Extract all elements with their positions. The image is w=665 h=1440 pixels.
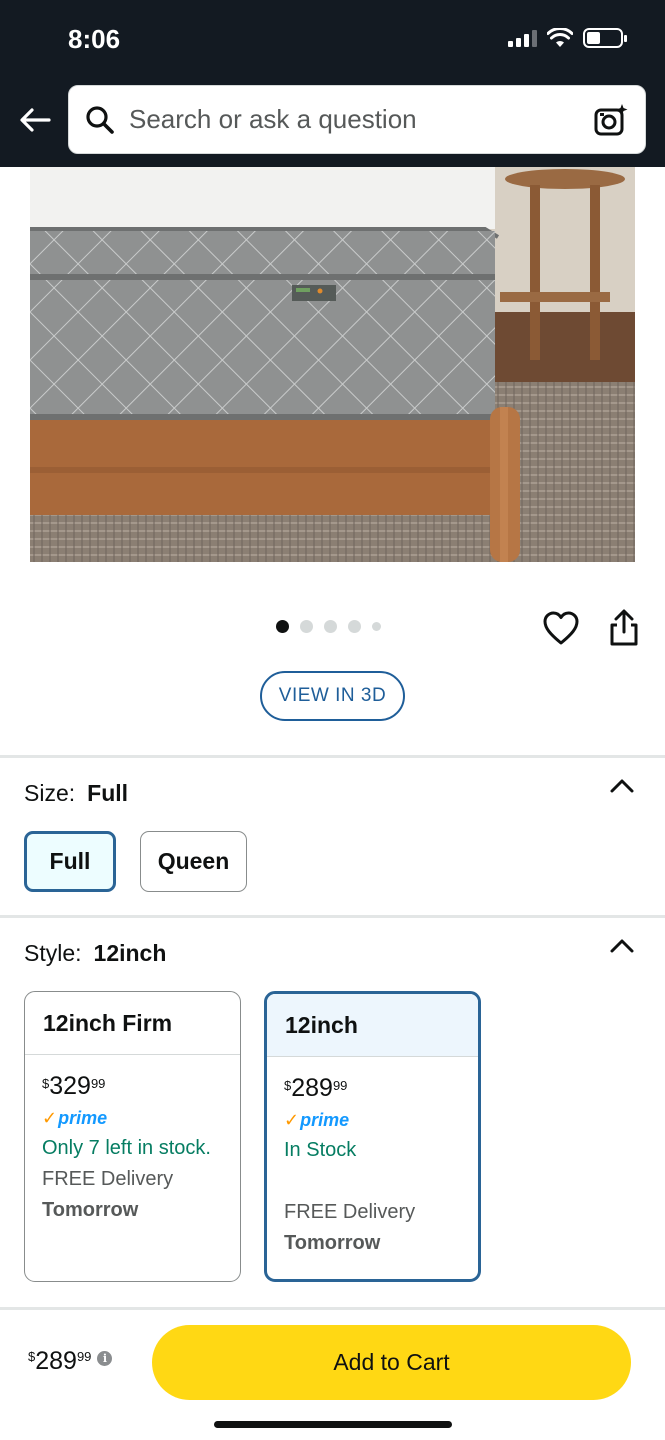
style-option-12inch-firm[interactable]: 12inch Firm $32999 ✓ prime Only 7 left in… [24,991,241,1282]
collapse-size-chevron-up-icon[interactable] [609,778,635,794]
back-button[interactable] [16,101,54,139]
carousel-dot[interactable] [324,620,337,633]
style-option-name: 12inch [267,994,478,1057]
add-to-cart-button[interactable]: Add to Cart [152,1325,631,1400]
divider [0,755,665,758]
style-option-price: $28999 [284,1074,348,1102]
collapse-style-chevron-up-icon[interactable] [609,938,635,954]
status-time: 8:06 [68,24,121,54]
availability-text: Only 7 left in stock. [42,1137,211,1159]
divider [0,915,665,918]
prime-check-icon: ✓ [284,1109,300,1130]
back-arrow-icon [20,108,51,132]
size-label: Size: [24,780,76,806]
size-row: Size: Full [24,780,128,807]
share-icon[interactable] [606,608,642,648]
search-bar[interactable]: Search or ask a question [68,85,646,154]
size-selected-value: Full [87,780,129,806]
heart-icon[interactable] [542,610,580,646]
carousel-dot-active[interactable] [276,620,289,633]
availability-text: In Stock [284,1139,357,1161]
carousel-dot[interactable] [348,620,361,633]
delivery-label: FREE Delivery [42,1168,174,1190]
delivery-day: Tomorrow [284,1232,381,1254]
search-placeholder[interactable]: Search or ask a question [129,104,593,135]
search-icon [86,105,114,134]
battery-icon [583,28,627,48]
bottom-buy-bar: $289 99 i Add to Cart [0,1307,665,1440]
home-indicator[interactable] [214,1421,452,1428]
cellular-signal-icon [508,29,537,47]
bottom-price: $289 99 i [28,1347,113,1376]
style-label: Style: [24,940,82,966]
carousel-dot[interactable] [372,622,381,631]
style-option-name: 12inch Firm [25,992,240,1055]
delivery-day: Tomorrow [42,1199,139,1221]
style-option-12inch[interactable]: 12inch $28999 ✓ prime In Stock FREE Deliv… [264,991,481,1282]
style-selected-value: 12inch [93,940,167,966]
camera-search-icon[interactable] [593,102,629,138]
size-option-label: Full [49,848,91,874]
carousel-dot[interactable] [300,620,313,633]
style-row: Style: 12inch [24,940,166,967]
mattress-photo [30,167,635,562]
style-option-price: $32999 [42,1072,106,1100]
top-bar: 8:06 Search or ask a question [0,0,665,167]
view-in-3d-button[interactable]: VIEW IN 3D [260,671,405,721]
size-option-label: Queen [157,848,230,874]
wifi-icon [547,28,573,47]
prime-badge: ✓ prime [42,1107,108,1128]
image-carousel-dots[interactable] [276,620,381,633]
prime-check-icon: ✓ [42,1107,58,1128]
prime-badge: ✓ prime [284,1109,350,1130]
size-option-queen[interactable]: Queen [140,831,247,892]
product-image[interactable] [30,167,635,562]
delivery-label: FREE Delivery [284,1201,416,1223]
info-icon[interactable]: i [97,1351,113,1366]
status-icons [508,26,627,50]
size-option-full[interactable]: Full [24,831,116,892]
